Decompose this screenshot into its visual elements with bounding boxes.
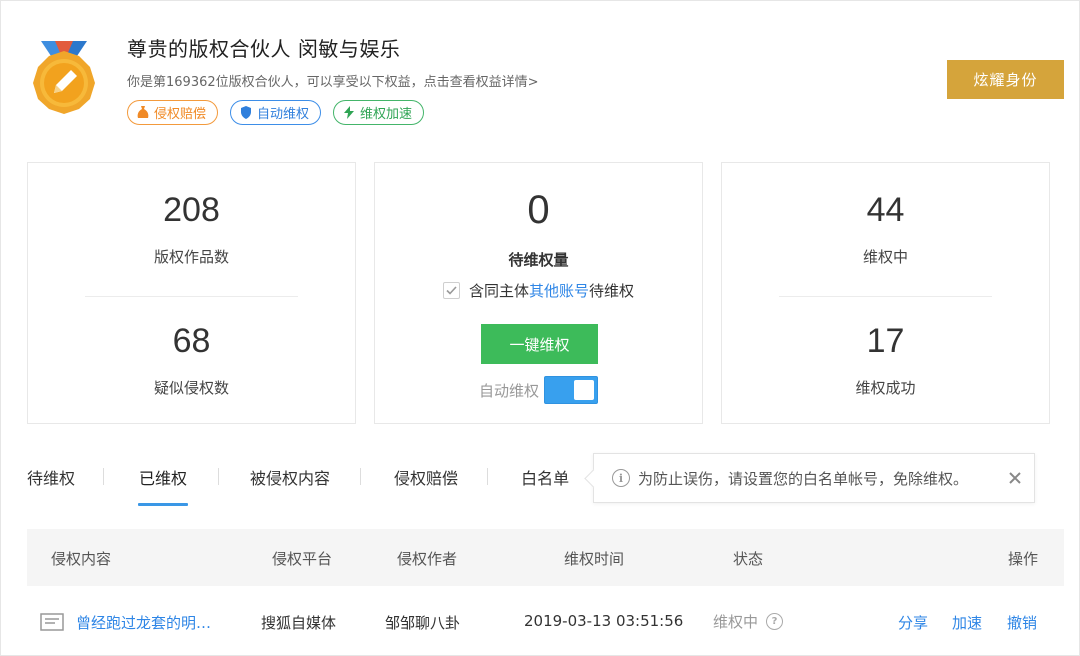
share-action[interactable]: 分享 (898, 612, 928, 633)
partner-medal-icon (33, 41, 95, 114)
tab-infringed-content[interactable]: 被侵权内容 (250, 465, 330, 499)
tab-separator (218, 468, 220, 485)
revoke-action[interactable]: 撤销 (1007, 612, 1037, 633)
works-label: 版权作品数 (153, 248, 229, 266)
success-label: 维权成功 (855, 379, 916, 397)
tab-separator (487, 468, 489, 485)
help-icon[interactable]: ? (766, 613, 784, 630)
col-author: 侵权作者 (397, 550, 458, 568)
protect-stats-card: 44 维权中 17 维权成功 (721, 162, 1050, 424)
page-frame: 尊贵的版权合伙人 闵敏与娱乐 你是第169362位版权合伙人，可以享受以下权益，… (0, 0, 1080, 656)
info-icon: i (612, 469, 630, 487)
works-stats-card: 208 版权作品数 68 疑似侵权数 (27, 162, 356, 424)
checkmark-icon (446, 286, 457, 295)
show-identity-button[interactable]: 炫耀身份 (947, 60, 1064, 99)
tag-protect-accelerate[interactable]: 维权加速 (333, 100, 425, 125)
benefit-tags: 侵权赔偿 自动维权 维权加速 (127, 100, 425, 125)
tab-separator (360, 468, 362, 485)
other-accounts-link[interactable]: 其他账号 (529, 282, 589, 300)
tab-pending[interactable]: 待维权 (27, 465, 75, 499)
tag-label: 侵权赔偿 (154, 107, 207, 122)
whitelist-tooltip: i 为防止误伤，请设置您的白名单帐号，免除维权。 (593, 453, 1035, 503)
partner-benefits-link[interactable]: 你是第169362位版权合伙人，可以享受以下权益，点击查看权益详情> (127, 71, 539, 90)
works-count: 208 (163, 191, 220, 229)
tag-label: 自动维权 (257, 107, 310, 122)
one-click-protect-button[interactable]: 一键维权 (481, 324, 598, 364)
toggle-knob (574, 380, 595, 400)
pending-label: 待维权量 (508, 251, 569, 269)
pending-count: 0 (527, 188, 550, 232)
close-icon[interactable] (1006, 469, 1024, 487)
card-divider (85, 296, 298, 297)
tag-label: 维权加速 (360, 107, 413, 122)
include-prefix: 含同主体 (468, 282, 529, 300)
include-suffix: 待维权 (589, 282, 635, 300)
tab-separator (103, 468, 105, 485)
author-cell: 邹邹聊八卦 (385, 614, 461, 632)
time-cell: 2019-03-13 03:51:56 (524, 612, 684, 630)
col-actions: 操作 (1008, 550, 1039, 568)
suspected-count: 68 (172, 322, 211, 360)
tab-protected[interactable]: 已维权 (138, 465, 189, 506)
include-other-accounts-row: 含同主体其他账号待维权 (375, 280, 702, 301)
card-divider (779, 296, 992, 297)
col-status: 状态 (733, 550, 764, 568)
pending-stats-card: 0 待维权量 含同主体其他账号待维权 一键维权 自动维权 (374, 162, 703, 424)
success-count: 17 (866, 322, 905, 360)
col-time: 维权时间 (564, 550, 625, 568)
tab-bar: 待维权 已维权 被侵权内容 侵权赔偿 白名单 (27, 465, 569, 506)
shield-icon (241, 106, 252, 119)
tab-compensation[interactable]: 侵权赔偿 (394, 465, 458, 499)
suspected-label: 疑似侵权数 (153, 379, 229, 397)
auto-protect-row: 自动维权 (479, 376, 599, 404)
col-platform: 侵权平台 (272, 550, 333, 568)
article-icon (40, 613, 64, 631)
platform-cell: 搜狐自媒体 (261, 614, 337, 632)
money-bag-icon (137, 106, 149, 118)
table-header: 侵权内容 侵权平台 侵权作者 维权时间 状态 操作 (27, 529, 1064, 586)
in-progress-count: 44 (866, 191, 905, 229)
include-other-accounts-checkbox[interactable] (442, 282, 460, 299)
tab-whitelist[interactable]: 白名单 (521, 465, 569, 499)
page-title: 尊贵的版权合伙人 闵敏与娱乐 (127, 37, 401, 61)
accelerate-action[interactable]: 加速 (952, 612, 982, 633)
status-cell: 维权中 ? (713, 611, 784, 632)
include-text: 含同主体其他账号待维权 (469, 280, 634, 301)
in-progress-label: 维权中 (862, 248, 908, 266)
tag-infringement-compensation[interactable]: 侵权赔偿 (127, 100, 219, 125)
lightning-icon (344, 106, 355, 119)
tooltip-text: 为防止误伤，请设置您的白名单帐号，免除维权。 (638, 469, 969, 488)
status-text: 维权中 (713, 613, 759, 631)
auto-protect-label: 自动维权 (479, 381, 540, 400)
content-title-link[interactable]: 曾经跑过龙套的明… (76, 612, 211, 633)
col-content: 侵权内容 (51, 550, 112, 568)
auto-protect-toggle[interactable] (544, 376, 599, 404)
tag-auto-protect[interactable]: 自动维权 (230, 100, 322, 125)
table-row: 曾经跑过龙套的明… 搜狐自媒体 邹邹聊八卦 2019-03-13 03:51:5… (27, 586, 1064, 656)
